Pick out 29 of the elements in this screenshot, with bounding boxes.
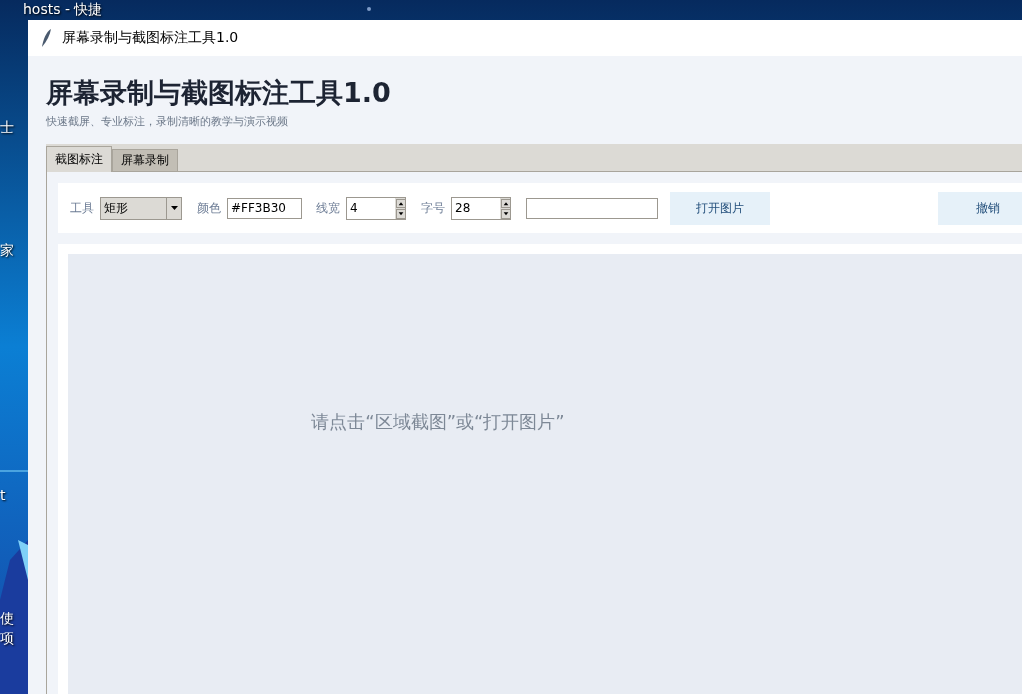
desktop-icon-label[interactable]: 士 [0,118,14,136]
feather-icon [40,28,52,48]
up-arrow-icon[interactable] [396,198,406,208]
line-width-spinbox[interactable]: 4 [346,196,406,220]
undo-button[interactable]: 撤销 [938,191,1022,225]
color-field[interactable]: #FF3B30 [227,197,302,219]
font-size-spinbox[interactable]: 28 [451,196,511,220]
tool-dropdown[interactable]: 矩形 [100,196,182,220]
desktop-icon-label[interactable]: hosts - 快捷 [23,0,103,18]
font-size-label: 字号 [421,199,445,217]
text-field[interactable] [526,197,658,219]
color-label: 颜色 [197,199,221,217]
caret-icon [170,206,178,210]
open-image-button[interactable]: 打开图片 [670,191,770,225]
up-arrow-icon[interactable] [501,198,511,208]
desktop-icon-label[interactable]: 项 [0,629,14,647]
line-width-label: 线宽 [316,199,340,217]
tab[interactable]: 截图标注 [46,146,112,172]
app-subtitle: 快速截屏、专业标注，录制清晰的教学与演示视频 [46,114,289,129]
down-arrow-icon[interactable] [501,209,511,219]
app-title: 屏幕录制与截图标注工具1.0 [46,76,392,110]
tab[interactable]: 屏幕录制 [112,149,178,171]
canvas-hint: 请点击“区域截图”或“打开图片” [311,410,565,434]
desktop-icon-label[interactable]: 家 [0,241,14,259]
desktop-icon-label[interactable]: t [0,486,6,504]
down-arrow-icon[interactable] [396,209,406,219]
window-title: 屏幕录制与截图标注工具1.0 [62,29,239,47]
tool-label: 工具 [70,199,94,217]
desktop-icon-label[interactable]: 使 [0,609,14,627]
